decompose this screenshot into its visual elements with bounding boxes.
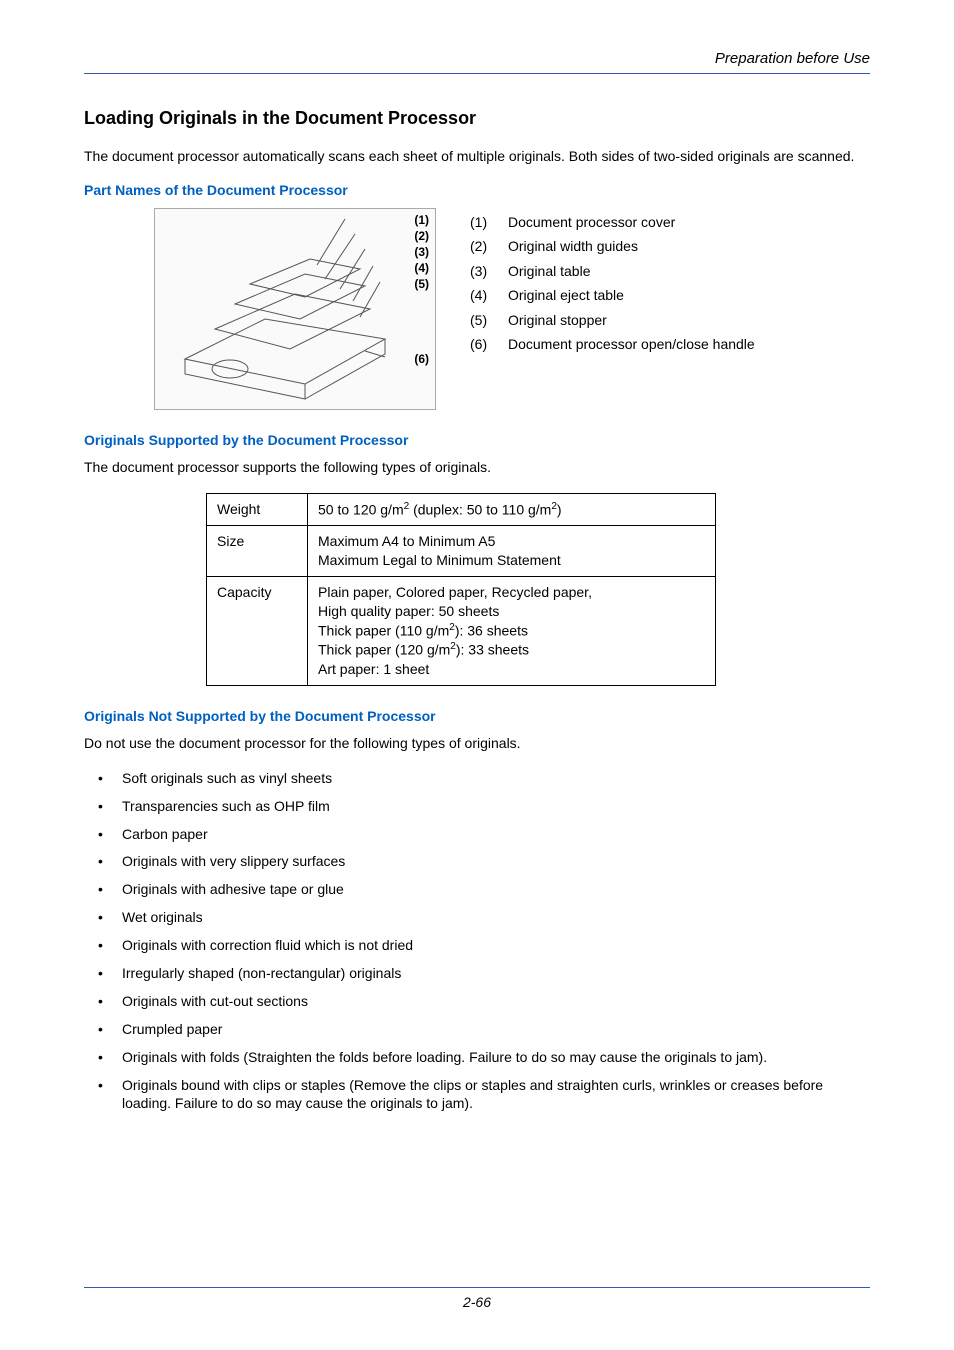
legend-num: (3) — [470, 259, 496, 284]
legend-num: (5) — [470, 308, 496, 333]
legend-num: (4) — [470, 283, 496, 308]
text: Thick paper (120 g/m — [318, 642, 450, 658]
weight-value: 50 to 120 g/m2 (duplex: 50 to 110 g/m2) — [308, 493, 716, 526]
supported-intro: The document processor supports the foll… — [84, 458, 870, 477]
legend-num: (1) — [470, 210, 496, 235]
text: High quality paper: 50 sheets — [318, 603, 499, 619]
legend-num: (6) — [470, 332, 496, 357]
list-item: Crumpled paper — [98, 1020, 870, 1039]
list-item: Soft originals such as vinyl sheets — [98, 769, 870, 788]
document-processor-diagram: (1) (2) (3) (4) (5) (6) — [154, 208, 436, 410]
legend-item: (5) Original stopper — [470, 308, 755, 333]
table-row: Capacity Plain paper, Colored paper, Rec… — [207, 577, 716, 686]
not-supported-intro: Do not use the document processor for th… — [84, 734, 870, 753]
table-row: Weight 50 to 120 g/m2 (duplex: 50 to 110… — [207, 493, 716, 526]
page-footer: 2-66 — [84, 1287, 870, 1310]
size-value: Maximum A4 to Minimum A5 Maximum Legal t… — [308, 526, 716, 577]
text: Plain paper, Colored paper, Recycled pap… — [318, 584, 592, 600]
list-item: Wet originals — [98, 908, 870, 927]
intro-paragraph: The document processor automatically sca… — [84, 147, 870, 166]
text: Thick paper (110 g/m — [318, 623, 449, 639]
legend-item: (4) Original eject table — [470, 283, 755, 308]
list-item: Irregularly shaped (non-rectangular) ori… — [98, 964, 870, 983]
manual-page: Preparation before Use Loading Originals… — [0, 0, 954, 1350]
parts-row: (1) (2) (3) (4) (5) (6) (1) Document proc… — [84, 208, 870, 410]
legend-item: (1) Document processor cover — [470, 210, 755, 235]
callout-3: (3) — [414, 245, 429, 259]
callout-4: (4) — [414, 261, 429, 275]
list-item: Originals with very slippery surfaces — [98, 852, 870, 871]
subheading-not-supported: Originals Not Supported by the Document … — [84, 708, 870, 724]
list-item: Originals with folds (Straighten the fol… — [98, 1048, 870, 1067]
not-supported-list: Soft originals such as vinyl sheets Tran… — [98, 769, 870, 1114]
weight-label: Weight — [207, 493, 308, 526]
size-label: Size — [207, 526, 308, 577]
legend-item: (3) Original table — [470, 259, 755, 284]
legend-label: Document processor open/close handle — [508, 332, 755, 357]
list-item: Transparencies such as OHP film — [98, 797, 870, 816]
list-item: Carbon paper — [98, 825, 870, 844]
parts-legend: (1) Document processor cover (2) Original … — [470, 208, 755, 410]
subheading-supported: Originals Supported by the Document Proc… — [84, 432, 870, 448]
legend-item: (2) Original width guides — [470, 234, 755, 259]
text: ): 36 sheets — [455, 623, 528, 639]
text: ): 33 sheets — [456, 642, 529, 658]
legend-label: Original stopper — [508, 308, 607, 333]
legend-label: Document processor cover — [508, 210, 675, 235]
capacity-value: Plain paper, Colored paper, Recycled pap… — [308, 577, 716, 686]
capacity-label: Capacity — [207, 577, 308, 686]
list-item: Originals with adhesive tape or glue — [98, 880, 870, 899]
legend-label: Original table — [508, 259, 591, 284]
subheading-part-names: Part Names of the Document Processor — [84, 182, 870, 198]
page-number: 2-66 — [463, 1294, 491, 1310]
list-item: Originals with correction fluid which is… — [98, 936, 870, 955]
callout-1: (1) — [414, 213, 429, 227]
text: Maximum A4 to Minimum A5 — [318, 533, 495, 549]
legend-label: Original eject table — [508, 283, 624, 308]
running-header: Preparation before Use — [84, 50, 870, 74]
callout-2: (2) — [414, 229, 429, 243]
list-item: Originals with cut-out sections — [98, 992, 870, 1011]
callout-5: (5) — [414, 277, 429, 291]
text: (duplex: 50 to 110 g/m — [409, 501, 551, 517]
text: Art paper: 1 sheet — [318, 661, 429, 677]
table-row: Size Maximum A4 to Minimum A5 Maximum Le… — [207, 526, 716, 577]
printer-illustration — [155, 209, 435, 409]
legend-label: Original width guides — [508, 234, 638, 259]
text: ) — [557, 501, 562, 517]
legend-num: (2) — [470, 234, 496, 259]
list-item: Originals bound with clips or staples (R… — [98, 1076, 870, 1114]
spec-table: Weight 50 to 120 g/m2 (duplex: 50 to 110… — [206, 493, 716, 686]
page-title: Loading Originals in the Document Proces… — [84, 108, 870, 129]
text: Maximum Legal to Minimum Statement — [318, 552, 561, 568]
legend-item: (6) Document processor open/close handle — [470, 332, 755, 357]
text: 50 to 120 g/m — [318, 501, 404, 517]
callout-6: (6) — [414, 352, 429, 366]
